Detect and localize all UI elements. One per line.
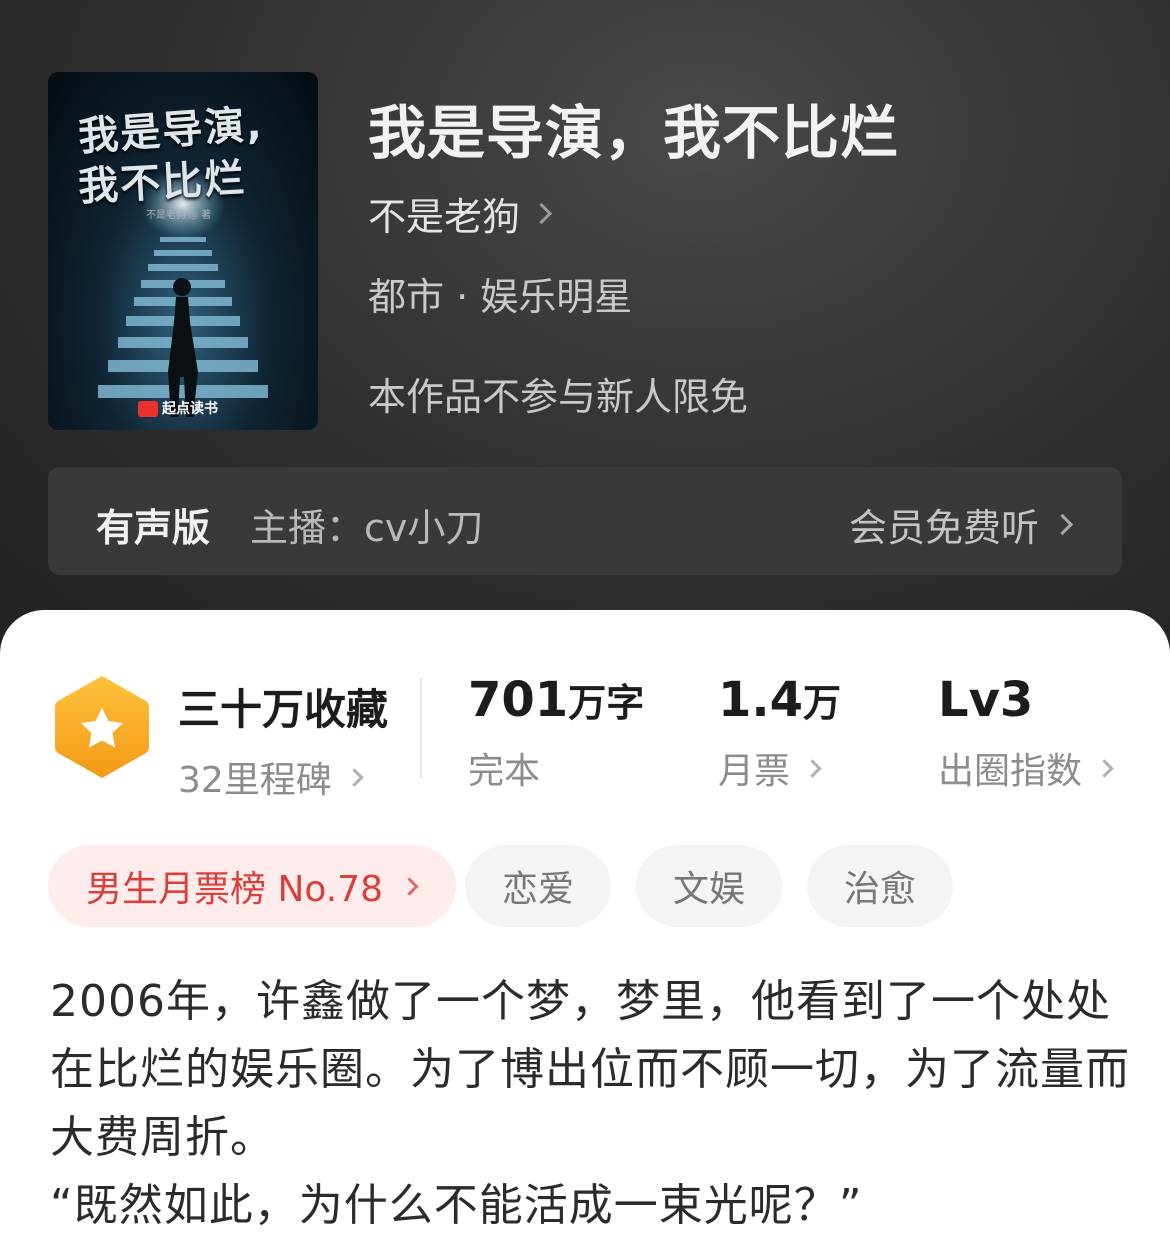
- book-category: 都市 · 娱乐明星: [368, 275, 633, 319]
- description-paragraph-2: “既然如此，为什么不能活成一束光呢？”: [50, 1180, 863, 1231]
- milestone-link[interactable]: 32里程碑: [178, 751, 388, 803]
- cover-title-line2: 我不比烂: [77, 155, 248, 211]
- book-cover[interactable]: 我是导演, 我不比烂 不是老狗 ◎ 著 起点读书: [48, 72, 318, 430]
- ticket-count-number: 1.4: [718, 672, 804, 728]
- star-badge-icon: [55, 676, 149, 778]
- tag-healing[interactable]: 治愈: [807, 845, 953, 927]
- book-description[interactable]: 2006年，许鑫做了一个梦，梦里，他看到了一个处处在比烂的娱乐圈。为了博出位而不…: [50, 968, 1130, 1240]
- tag-entertainment[interactable]: 文娱: [636, 845, 782, 927]
- tag-romance[interactable]: 恋爱: [465, 845, 611, 927]
- author-name: 不是老狗: [368, 195, 521, 239]
- milestone-label: 32里程碑: [178, 760, 332, 801]
- level-value: Lv3: [938, 672, 1034, 728]
- word-count-number: 701: [468, 672, 569, 728]
- chevron-right-icon: [530, 202, 553, 225]
- popularity-index-stat[interactable]: Lv3 出圈指数: [938, 672, 1114, 794]
- stat-divider: [420, 678, 422, 778]
- book-title: 我是导演，我不比烂: [368, 99, 900, 167]
- collection-count: 三十万收藏: [178, 685, 389, 734]
- audio-host: 主播：cv小刀: [250, 506, 484, 550]
- chevron-right-icon: [1051, 513, 1074, 536]
- publisher-logo-icon: [138, 401, 158, 417]
- collection-stat[interactable]: 三十万收藏 32里程碑: [178, 676, 388, 803]
- completion-status: 完本: [468, 751, 541, 792]
- publisher-name: 起点读书: [162, 401, 218, 417]
- chevron-right-icon: [400, 876, 419, 896]
- popularity-index-label: 出圈指数: [938, 751, 1083, 792]
- chevron-right-icon: [345, 767, 364, 787]
- rank-tag[interactable]: 男生月票榜 No.78: [48, 845, 457, 927]
- chevron-right-icon: [1095, 758, 1114, 778]
- promo-notice: 本作品不参与新人限免: [368, 375, 749, 419]
- chevron-right-icon: [803, 758, 822, 778]
- audio-version-bar[interactable]: 有声版 主播：cv小刀 会员免费听: [48, 467, 1122, 575]
- author-link[interactable]: 不是老狗: [368, 186, 553, 241]
- cover-author: 不是老狗 ◎ 著: [146, 210, 212, 221]
- member-free-listen-label: 会员免费听: [848, 506, 1039, 550]
- monthly-ticket-stat[interactable]: 1.4万 月票: [718, 672, 841, 794]
- rank-tag-label: 男生月票榜 No.78: [86, 869, 384, 910]
- description-paragraph-1: 2006年，许鑫做了一个梦，梦里，他看到了一个处处在比烂的娱乐圈。为了博出位而不…: [50, 976, 1130, 1163]
- monthly-ticket-label: 月票: [718, 751, 791, 792]
- ticket-count-unit: 万: [803, 681, 842, 725]
- word-count-stat: 701万字 完本: [468, 672, 644, 794]
- word-count-unit: 万字: [568, 681, 645, 725]
- member-free-listen-link[interactable]: 会员免费听: [848, 497, 1074, 552]
- audio-label: 有声版: [96, 506, 211, 550]
- cover-publisher: 起点读书: [138, 398, 218, 418]
